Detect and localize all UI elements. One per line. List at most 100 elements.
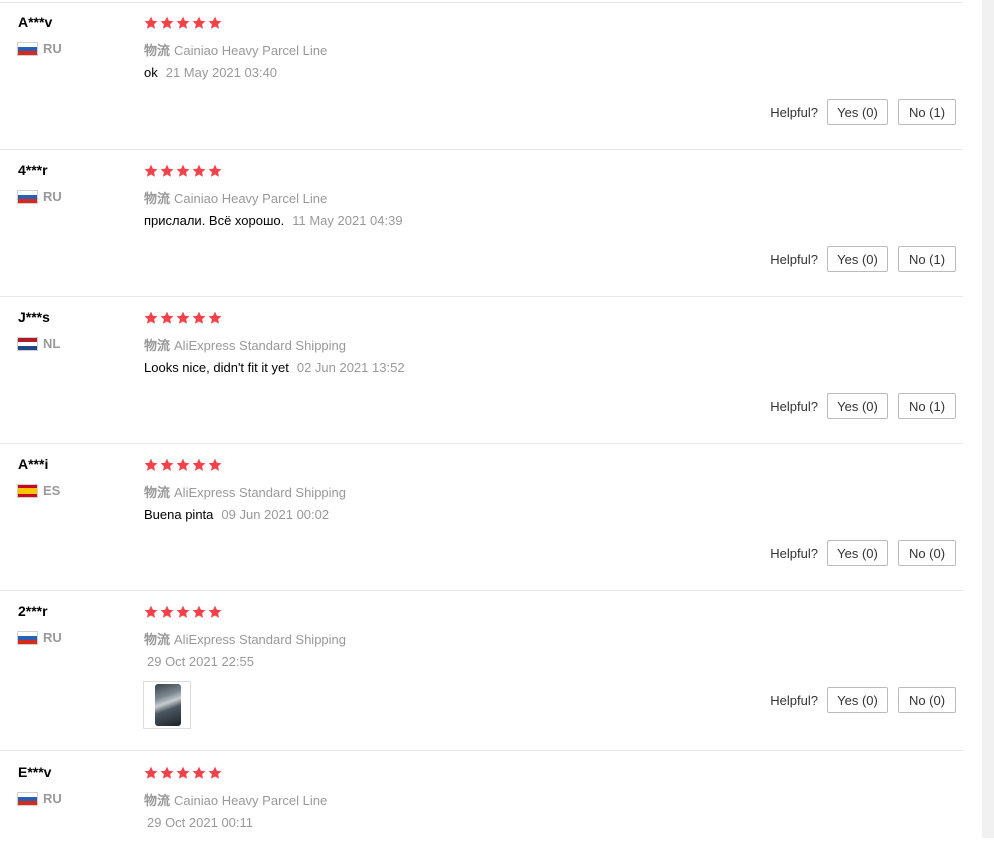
star-icon [144, 766, 158, 779]
star-icon [208, 766, 222, 779]
star-icon [176, 766, 190, 779]
helpful-no-button[interactable]: No (0) [898, 687, 956, 713]
logistics-label: 物流 [144, 191, 171, 206]
star-icon [160, 16, 174, 29]
logistics-label: 物流 [144, 338, 171, 353]
star-icon [192, 164, 206, 177]
star-icon [192, 16, 206, 29]
star-rating [144, 766, 222, 780]
country-code: NL [43, 336, 61, 351]
review-item: 4***r RU 物流 Cainiao Heavy Parcel Line при… [0, 149, 963, 297]
star-icon [176, 605, 190, 618]
logistics-method: Cainiao Heavy Parcel Line [174, 43, 328, 58]
star-icon [176, 164, 190, 177]
helpful-yes-button[interactable]: Yes (0) [827, 246, 888, 272]
logistics-method: Cainiao Heavy Parcel Line [174, 793, 328, 808]
feedback-date: 29 Oct 2021 22:55 [147, 654, 254, 669]
star-rating [144, 311, 222, 325]
star-icon [144, 605, 158, 618]
user-name: 2***r [18, 603, 48, 619]
country-code: RU [43, 630, 62, 645]
logistics-label: 物流 [144, 793, 171, 808]
feedback-date: 02 Jun 2021 13:52 [296, 360, 405, 375]
star-icon [176, 458, 190, 471]
buyer-feedback: 29 Oct 2021 22:55 [147, 654, 254, 669]
star-icon [192, 766, 206, 779]
buyer-feedback: Looks nice, didn't fit it yet 02 Jun 2021… [144, 360, 405, 375]
helpful-votes: Helpful? Yes (0) No (1) [770, 99, 956, 125]
star-icon [160, 766, 174, 779]
review-photo-thumbnail[interactable] [143, 681, 191, 729]
user-country: RU [17, 630, 62, 645]
feedback-text: Buena pinta [144, 507, 214, 522]
buyer-feedback: Buena pinta 09 Jun 2021 00:02 [144, 507, 329, 522]
russia-flag-icon [17, 41, 38, 56]
spain-flag-icon [17, 483, 38, 498]
star-icon [160, 164, 174, 177]
feedback-text: прислали. Всё хорошо. [144, 213, 285, 228]
logistics-info: 物流 AliExpress Standard Shipping [144, 335, 346, 354]
star-icon [176, 311, 190, 324]
feedback-date: 11 May 2021 04:39 [292, 213, 403, 228]
star-rating [144, 16, 222, 30]
logistics-info: 物流 AliExpress Standard Shipping [144, 482, 346, 501]
star-icon [192, 311, 206, 324]
netherlands-flag-icon [17, 336, 38, 351]
helpful-label: Helpful? [770, 692, 818, 708]
star-icon [144, 16, 158, 29]
logistics-label: 物流 [144, 632, 171, 647]
country-code: RU [43, 791, 62, 806]
buyer-feedback: 29 Oct 2021 00:11 [147, 815, 253, 830]
feedback-text: Looks nice, didn't fit it yet [144, 360, 289, 375]
buyer-feedback: ok 21 May 2021 03:40 [144, 65, 277, 80]
review-item: J***s NL 物流 AliExpress Standard Shipping … [0, 296, 963, 444]
helpful-no-button[interactable]: No (1) [898, 393, 956, 419]
logistics-method: AliExpress Standard Shipping [174, 485, 347, 500]
russia-flag-icon [17, 189, 38, 204]
star-icon [208, 458, 222, 471]
feedback-date: 21 May 2021 03:40 [165, 65, 278, 80]
star-icon [160, 605, 174, 618]
star-icon [192, 458, 206, 471]
helpful-label: Helpful? [770, 251, 818, 267]
helpful-label: Helpful? [770, 398, 818, 414]
user-name: A***v [18, 14, 53, 30]
feedback-text: ok [144, 65, 158, 80]
helpful-yes-button[interactable]: Yes (0) [827, 99, 888, 125]
star-icon [208, 605, 222, 618]
user-name: A***i [18, 456, 49, 472]
star-icon [144, 458, 158, 471]
helpful-no-button[interactable]: No (1) [898, 99, 956, 125]
country-code: RU [43, 41, 62, 56]
helpful-label: Helpful? [770, 545, 818, 561]
country-code: ES [43, 483, 61, 498]
feedback-date: 29 Oct 2021 00:11 [147, 815, 254, 830]
helpful-no-button[interactable]: No (1) [898, 246, 956, 272]
scrollbar-track[interactable] [982, 0, 994, 838]
star-icon [192, 605, 206, 618]
user-country: ES [17, 483, 60, 498]
user-country: RU [17, 41, 62, 56]
helpful-votes: Helpful? Yes (0) No (1) [770, 246, 956, 272]
helpful-yes-button[interactable]: Yes (0) [827, 687, 888, 713]
review-item: 2***r RU 物流 AliExpress Standard Shipping … [0, 590, 963, 751]
star-icon [160, 458, 174, 471]
review-item: A***i ES 物流 AliExpress Standard Shipping … [0, 443, 963, 591]
helpful-yes-button[interactable]: Yes (0) [827, 393, 888, 419]
logistics-info: 物流 Cainiao Heavy Parcel Line [144, 188, 327, 207]
logistics-method: AliExpress Standard Shipping [174, 338, 347, 353]
helpful-no-button[interactable]: No (0) [898, 540, 956, 566]
logistics-info: 物流 AliExpress Standard Shipping [144, 629, 346, 648]
helpful-label: Helpful? [770, 104, 818, 120]
star-rating [144, 605, 222, 619]
logistics-method: Cainiao Heavy Parcel Line [174, 191, 328, 206]
star-icon [160, 311, 174, 324]
user-name: 4***r [18, 162, 48, 178]
product-photo [155, 684, 181, 726]
country-code: RU [43, 189, 62, 204]
helpful-votes: Helpful? Yes (0) No (1) [770, 393, 956, 419]
user-country: RU [17, 189, 62, 204]
star-icon [176, 16, 190, 29]
feedback-date: 09 Jun 2021 00:02 [221, 507, 330, 522]
helpful-yes-button[interactable]: Yes (0) [827, 540, 888, 566]
